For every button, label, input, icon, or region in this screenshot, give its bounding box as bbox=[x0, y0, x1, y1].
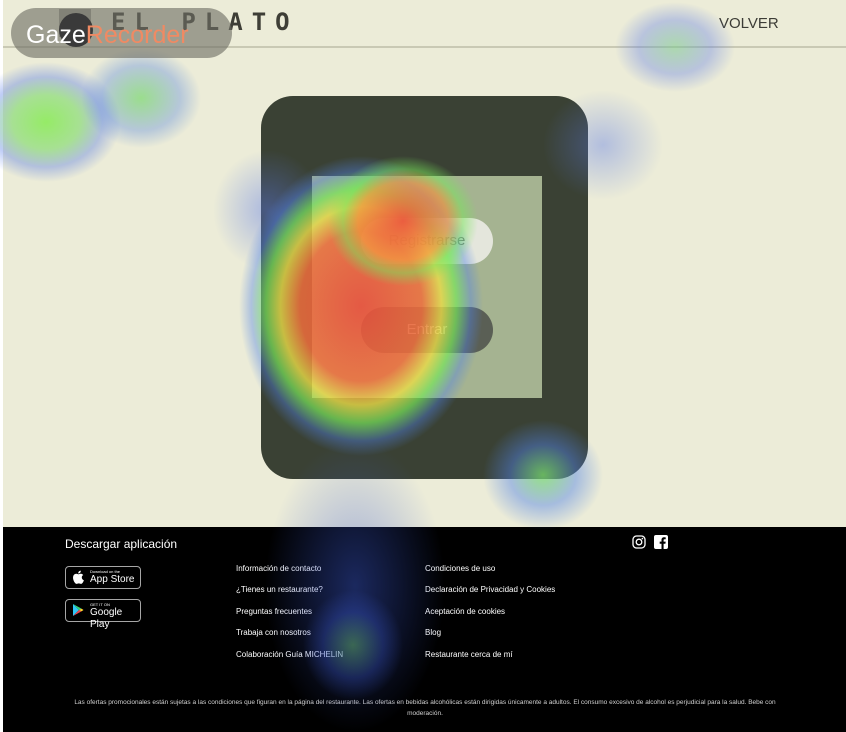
google-play-label: Google Play bbox=[90, 607, 123, 630]
footer-link-nearby[interactable]: Restaurante cerca de mí bbox=[425, 650, 513, 659]
footer-link-blog[interactable]: Blog bbox=[425, 628, 441, 637]
apple-icon bbox=[72, 570, 84, 587]
gaze-recorder-badge: GazeRecorder bbox=[11, 8, 232, 58]
footer-link-michelin[interactable]: Colaboración Guía MICHELIN bbox=[236, 650, 343, 659]
footer-link-own-restaurant[interactable]: ¿Tienes un restaurante? bbox=[236, 585, 323, 594]
login-button[interactable]: Entrar bbox=[361, 307, 493, 353]
gaze-recorder-word1: Gaze bbox=[26, 21, 86, 49]
auth-panel bbox=[312, 176, 542, 398]
heatmap-blob bbox=[0, 62, 121, 182]
heatmap-blob bbox=[81, 48, 201, 148]
footer-disclaimer: Las ofertas promocionales están sujetas … bbox=[74, 699, 776, 717]
back-link[interactable]: VOLVER bbox=[719, 15, 779, 32]
site-footer: Descargar aplicación Download on the App… bbox=[3, 527, 846, 732]
footer-link-contact[interactable]: Información de contacto bbox=[236, 564, 321, 573]
facebook-icon[interactable] bbox=[654, 535, 668, 549]
footer-link-privacy[interactable]: Declaración de Privacidad y Cookies bbox=[425, 585, 555, 594]
download-app-title: Descargar aplicación bbox=[65, 537, 178, 551]
footer-link-cookies[interactable]: Aceptación de cookies bbox=[425, 607, 505, 616]
app-store-label: App Store bbox=[90, 574, 135, 585]
gaze-recorder-brand: GazeRecorder bbox=[26, 22, 189, 48]
footer-link-faq[interactable]: Preguntas frecuentes bbox=[236, 607, 312, 616]
register-button[interactable]: Registrarse bbox=[361, 218, 493, 264]
instagram-icon[interactable] bbox=[632, 535, 646, 549]
google-play-badge[interactable]: GET IT ON Google Play bbox=[65, 599, 141, 630]
app-store-badge[interactable]: Download on the App Store bbox=[65, 566, 141, 589]
page: EL PLATO VOLVER Registrarse Entrar Desca… bbox=[0, 0, 846, 732]
google-play-icon bbox=[72, 603, 84, 620]
footer-link-jobs[interactable]: Trabaja con nosotros bbox=[236, 628, 311, 637]
gaze-recorder-word2: Recorder bbox=[85, 21, 189, 49]
footer-link-terms[interactable]: Condiciones de uso bbox=[425, 564, 495, 573]
